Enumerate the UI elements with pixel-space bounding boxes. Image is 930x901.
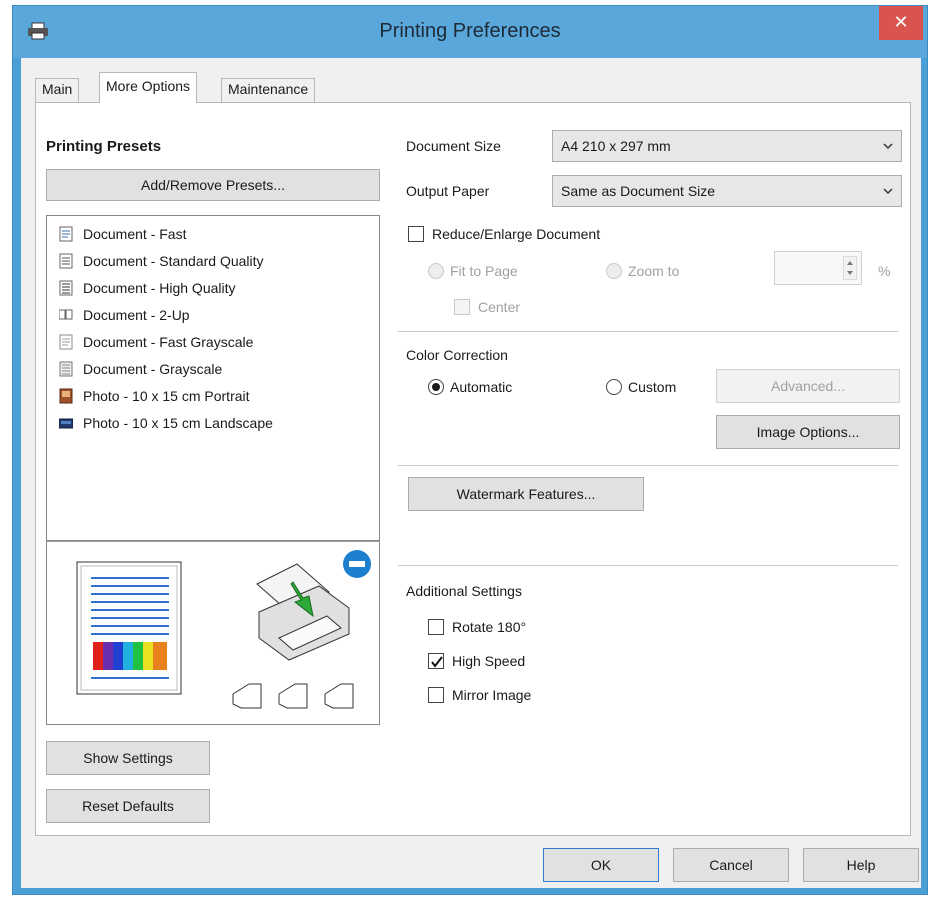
output-paper-value: Same as Document Size — [561, 183, 716, 199]
zoom-to-radio[interactable] — [606, 263, 622, 279]
dialog-client-area: Main More Options Maintenance Printing P… — [21, 58, 921, 888]
duplex-badge-icon — [343, 550, 371, 578]
custom-radio[interactable] — [606, 379, 622, 395]
preset-document-2up[interactable]: Document - 2-Up — [59, 303, 190, 327]
reduce-enlarge-label: Reduce/Enlarge Document — [432, 226, 601, 242]
document-grayscale-icon — [59, 361, 73, 377]
photo-landscape-icon — [59, 418, 73, 429]
tab-main[interactable]: Main — [35, 78, 80, 102]
fit-to-page-label: Fit to Page — [450, 263, 518, 279]
preset-label: Document - High Quality — [83, 280, 236, 296]
section-divider — [398, 331, 898, 332]
show-settings-button[interactable]: Show Settings — [46, 741, 210, 775]
rotate-180-checkbox[interactable] — [428, 619, 444, 635]
watermark-features-button[interactable]: Watermark Features... — [408, 477, 644, 511]
center-checkbox[interactable] — [454, 299, 470, 315]
chevron-down-icon — [883, 188, 893, 195]
preset-label: Photo - 10 x 15 cm Landscape — [83, 415, 273, 431]
image-options-button[interactable]: Image Options... — [716, 415, 900, 449]
section-divider — [398, 565, 898, 566]
zoom-to-label: Zoom to — [628, 263, 680, 279]
checkmark-icon — [431, 656, 443, 668]
reset-defaults-button[interactable]: Reset Defaults — [46, 789, 210, 823]
preset-label: Document - Standard Quality — [83, 253, 264, 269]
zoom-percent-spinner[interactable] — [774, 251, 862, 285]
document-high-quality-icon — [59, 280, 73, 296]
print-preview-area — [46, 541, 380, 725]
add-remove-presets-button[interactable]: Add/Remove Presets... — [46, 169, 380, 201]
document-fast-icon — [59, 226, 73, 242]
section-divider — [398, 465, 898, 466]
document-size-label: Document Size — [406, 138, 501, 154]
page-preview-icon — [76, 561, 182, 695]
mirror-image-label: Mirror Image — [452, 687, 532, 703]
tab-more-options[interactable]: More Options — [99, 72, 198, 103]
close-button[interactable]: ✕ — [879, 6, 923, 40]
preset-label: Document - Fast — [83, 226, 187, 242]
printing-presets-heading: Printing Presets — [46, 138, 162, 155]
preset-label: Photo - 10 x 15 cm Portrait — [83, 388, 250, 404]
photo-portrait-icon — [59, 388, 73, 404]
center-label: Center — [478, 299, 521, 315]
preset-document-fast[interactable]: Document - Fast — [59, 222, 186, 246]
cancel-button[interactable]: Cancel — [673, 848, 789, 882]
preset-document-standard-quality[interactable]: Document - Standard Quality — [59, 249, 264, 273]
document-fast-grayscale-icon — [59, 334, 73, 350]
more-options-panel: Printing Presets Add/Remove Presets... D… — [35, 102, 911, 836]
preset-label: Document - 2-Up — [83, 307, 190, 323]
document-2up-icon — [59, 309, 73, 320]
preset-document-high-quality[interactable]: Document - High Quality — [59, 276, 236, 300]
preset-photo-landscape[interactable]: Photo - 10 x 15 cm Landscape — [59, 411, 273, 435]
output-paper-label: Output Paper — [406, 183, 490, 199]
mirror-image-checkbox[interactable] — [428, 687, 444, 703]
percent-sign: % — [878, 263, 891, 279]
preset-label: Document - Grayscale — [83, 361, 223, 377]
printer-feed-icon — [256, 563, 350, 661]
preset-document-grayscale[interactable]: Document - Grayscale — [59, 357, 222, 381]
document-size-select[interactable]: A4 210 x 297 mm — [552, 130, 902, 162]
rotate-180-label: Rotate 180° — [452, 619, 527, 635]
automatic-label: Automatic — [450, 379, 513, 395]
automatic-radio[interactable] — [428, 379, 444, 395]
advanced-button[interactable]: Advanced... — [716, 369, 900, 403]
tab-maintenance[interactable]: Maintenance — [221, 78, 316, 102]
color-correction-label: Color Correction — [406, 347, 508, 363]
help-button[interactable]: Help — [803, 848, 919, 882]
spin-arrows-icon — [843, 256, 857, 280]
preset-photo-portrait[interactable]: Photo - 10 x 15 cm Portrait — [59, 384, 250, 408]
fit-to-page-radio[interactable] — [428, 263, 444, 279]
custom-label: Custom — [628, 379, 677, 395]
printing-preferences-window: Printing Preferences ✕ Main More Options… — [12, 5, 928, 895]
output-paper-select[interactable]: Same as Document Size — [552, 175, 902, 207]
document-size-value: A4 210 x 297 mm — [561, 138, 671, 154]
presets-list[interactable]: Document - Fast Document - Standard Qual… — [46, 215, 380, 541]
ok-button[interactable]: OK — [543, 848, 659, 882]
title-bar[interactable]: Printing Preferences ✕ — [13, 6, 927, 58]
reduce-enlarge-checkbox[interactable] — [408, 226, 424, 242]
window-title: Printing Preferences — [379, 20, 561, 42]
document-standard-icon — [59, 253, 73, 269]
preset-document-fast-grayscale[interactable]: Document - Fast Grayscale — [59, 330, 253, 354]
additional-settings-label: Additional Settings — [406, 583, 522, 599]
high-speed-checkbox[interactable] — [428, 653, 444, 669]
output-tray-icons — [232, 683, 354, 709]
chevron-down-icon — [883, 143, 893, 150]
preview-illustration — [76, 550, 371, 709]
high-speed-label: High Speed — [452, 653, 526, 669]
preset-label: Document - Fast Grayscale — [83, 334, 254, 350]
